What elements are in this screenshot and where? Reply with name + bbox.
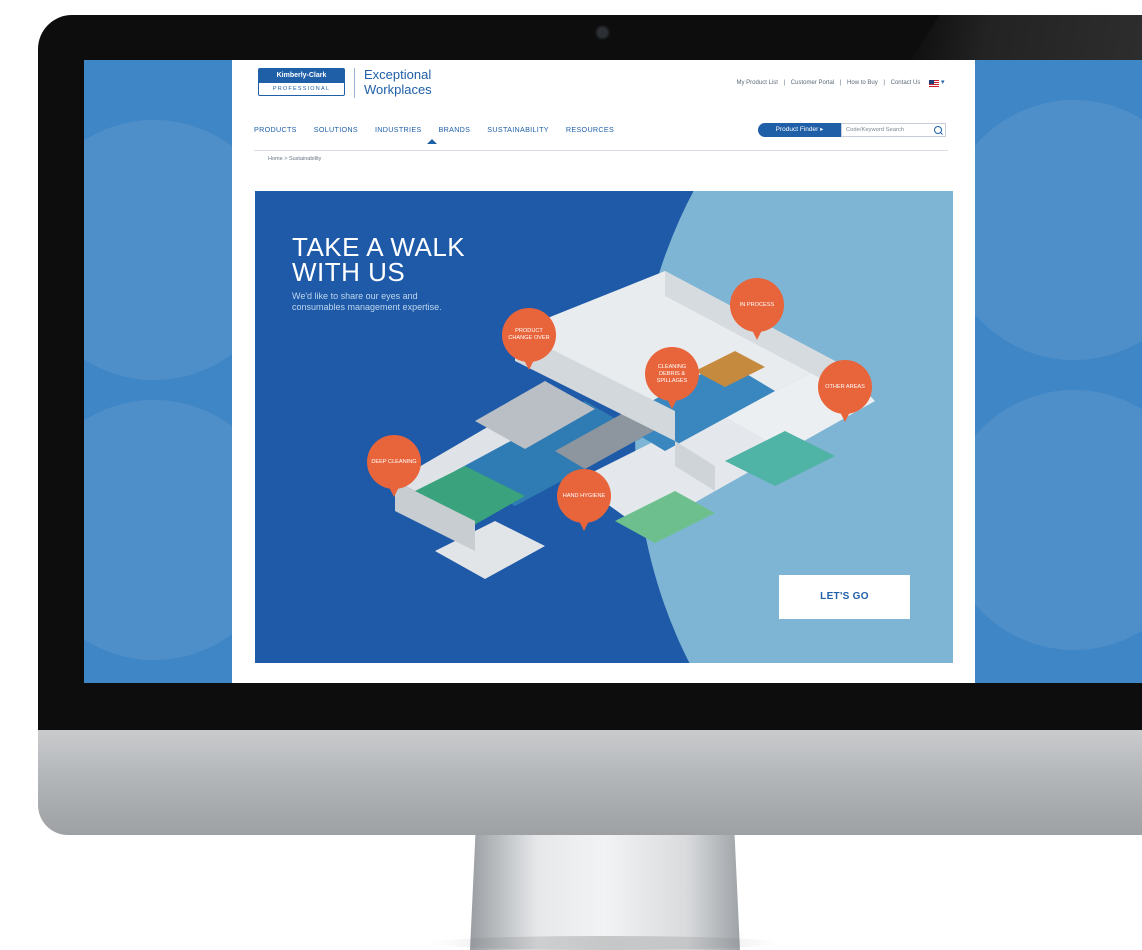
monitor-chin bbox=[38, 730, 1142, 835]
tagline-line1: Exceptional bbox=[364, 67, 432, 82]
play-icon: ▸ bbox=[820, 126, 824, 133]
pin-label: HAND HYGIENE bbox=[562, 492, 606, 499]
utility-link-contact-us[interactable]: Contact Us bbox=[891, 80, 921, 86]
pin-other-areas[interactable]: OTHER AREAS bbox=[818, 360, 872, 422]
camera-icon bbox=[597, 27, 608, 38]
pin-label: DEEP CLEANING bbox=[371, 458, 417, 465]
pin-label: PRODUCT CHANGE OVER bbox=[508, 328, 550, 341]
pin-product-change-over[interactable]: PRODUCT CHANGE OVER bbox=[502, 308, 556, 370]
pin-label: IN PROCESS bbox=[739, 301, 775, 308]
monitor-stand bbox=[470, 835, 740, 950]
pin-hand-hygiene[interactable]: HAND HYGIENE bbox=[557, 469, 611, 531]
tagline-line2: Workplaces bbox=[364, 82, 432, 97]
hero-title: TAKE A WALK WITH US bbox=[292, 234, 532, 287]
screen-glare bbox=[910, 15, 1142, 60]
pin-cleaning-debris-spillages[interactable]: CLEANING DEBRIS & SPILLAGES bbox=[645, 347, 699, 409]
monitor-screen: Kimberly-Clark PROFESSIONAL Exceptional … bbox=[84, 60, 1142, 683]
pin-label: CLEANING DEBRIS & SPILLAGES bbox=[656, 363, 688, 384]
hero-subtitle: We'd like to share our eyes and consumab… bbox=[292, 291, 442, 312]
pin-in-process[interactable]: IN PROCESS bbox=[730, 278, 784, 340]
product-finder-button[interactable]: Product Finder ▸ bbox=[758, 123, 841, 137]
exceptional-workplaces-logo: Exceptional Workplaces bbox=[364, 67, 432, 97]
nav-item-brands[interactable]: BRANDS bbox=[439, 125, 471, 134]
chevron-down-icon[interactable]: ▾ bbox=[941, 78, 945, 86]
nav-item-sustainability[interactable]: SUSTAINABILITY bbox=[487, 125, 549, 134]
logo-subtitle: PROFESSIONAL bbox=[272, 86, 331, 92]
nav-item-products[interactable]: PRODUCTS bbox=[254, 125, 297, 134]
stand-shadow bbox=[430, 936, 780, 950]
utility-separator: | bbox=[883, 80, 885, 86]
us-flag-icon[interactable] bbox=[929, 80, 939, 87]
search-placeholder: Code/Keyword Search bbox=[846, 127, 904, 133]
utility-link-how-to-buy[interactable]: How to Buy bbox=[847, 80, 878, 86]
nav-item-resources[interactable]: RESOURCES bbox=[566, 125, 614, 134]
product-finder-label: Product Finder bbox=[775, 126, 819, 133]
logo-wordmark: Kimberly-Clark bbox=[259, 69, 344, 83]
nav-item-solutions[interactable]: SOLUTIONS bbox=[314, 125, 358, 134]
nav-divider bbox=[254, 150, 948, 151]
pin-deep-cleaning[interactable]: DEEP CLEANING bbox=[367, 435, 421, 497]
pin-label: OTHER AREAS bbox=[825, 383, 865, 390]
hero-banner: TAKE A WALK WITH US We'd like to share o… bbox=[255, 191, 953, 663]
utility-separator: | bbox=[783, 80, 786, 86]
main-nav: PRODUCTS SOLUTIONS INDUSTRIES BRANDS SUS… bbox=[254, 125, 631, 134]
utility-nav: My Product List | Customer Portal | How … bbox=[662, 80, 946, 86]
utility-separator: | bbox=[839, 80, 842, 86]
utility-link-product-list[interactable]: My Product List bbox=[737, 80, 778, 86]
search-input[interactable]: Code/Keyword Search bbox=[841, 123, 946, 137]
kimberly-clark-logo[interactable]: Kimberly-Clark PROFESSIONAL bbox=[258, 68, 345, 96]
utility-link-customer-portal[interactable]: Customer Portal bbox=[791, 80, 834, 86]
hero-title-line2: WITH US bbox=[292, 257, 406, 287]
web-page: Kimberly-Clark PROFESSIONAL Exceptional … bbox=[232, 60, 975, 683]
nav-item-industries[interactable]: INDUSTRIES bbox=[375, 125, 422, 134]
search-icon[interactable] bbox=[934, 126, 942, 134]
active-nav-indicator bbox=[427, 139, 437, 144]
lets-go-button[interactable]: LET'S GO bbox=[779, 575, 910, 619]
breadcrumb[interactable]: Home > Sustainability bbox=[268, 156, 321, 162]
logo-divider bbox=[354, 68, 355, 98]
